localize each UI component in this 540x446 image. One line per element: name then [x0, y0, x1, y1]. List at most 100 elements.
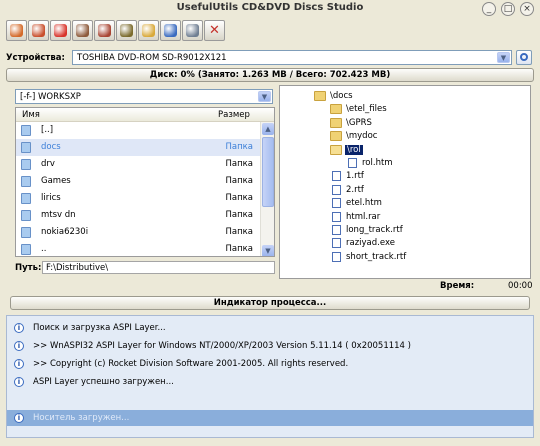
file-row[interactable]: [..] — [16, 122, 261, 139]
path-row: Путь: F:\Distributive\ — [15, 261, 275, 275]
settings-icon — [142, 24, 155, 37]
folder-icon — [314, 91, 326, 101]
file-size: Папка — [225, 142, 253, 152]
file-rows: [..] docs Папка drv Папка Games Папка lirics Пап… — [16, 122, 261, 256]
tree-label: raziyad.exe — [346, 238, 395, 249]
image-button[interactable] — [94, 20, 115, 41]
chevron-down-icon[interactable]: ▼ — [258, 91, 271, 102]
file-icon — [332, 171, 341, 182]
maximize-button[interactable]: □ — [501, 2, 515, 16]
path-field[interactable]: F:\Distributive\ — [42, 261, 275, 274]
erase-disc-button[interactable] — [28, 20, 49, 41]
scroll-down-arrow-icon[interactable]: ▼ — [262, 245, 274, 256]
tree-label: short_track.rtf — [346, 251, 407, 262]
tree-label: etel.htm — [346, 198, 382, 209]
info-icon: i — [14, 413, 24, 423]
file-row[interactable]: nokia6230i Папка — [16, 224, 261, 241]
minimize-button[interactable]: _ — [482, 2, 496, 16]
stop-icon — [54, 24, 67, 37]
log-line: i >> Copyright (c) Rocket Division Softwa… — [7, 356, 533, 372]
device-row: Устройства: TOSHIBA DVD-ROM SD-R9012X121… — [6, 50, 534, 66]
device-select[interactable]: TOSHIBA DVD-ROM SD-R9012X121 ▼ — [72, 50, 512, 65]
save-image-icon — [120, 24, 133, 37]
folder-icon — [21, 193, 31, 204]
tree-label: \GPRS — [346, 117, 372, 128]
save-image-button[interactable] — [116, 20, 137, 41]
settings-button[interactable] — [138, 20, 159, 41]
file-size: Папка — [225, 210, 253, 220]
file-list: Имя Размер [..] docs Папка drv Папка Games Пап… — [15, 107, 275, 257]
file-icon — [332, 198, 341, 209]
search-device-button[interactable] — [516, 50, 532, 65]
time-value: 00:00 — [508, 281, 533, 291]
folder-icon — [330, 131, 342, 142]
file-icon — [348, 158, 357, 168]
folder-icon — [21, 159, 31, 170]
progress-bar: Индикатор процесса... — [10, 296, 530, 310]
info-icon — [164, 24, 177, 37]
file-row[interactable]: .. Папка — [16, 241, 261, 256]
log-text: >> WnASPI32 ASPI Layer for Windows NT/20… — [33, 341, 411, 351]
file-size: Папка — [225, 176, 253, 186]
tree-label: html.rar — [346, 211, 381, 222]
burn-disc-icon — [10, 24, 23, 37]
chevron-down-icon[interactable]: ▼ — [497, 52, 510, 63]
tools-button[interactable] — [182, 20, 203, 41]
toolbar: ✕ — [6, 19, 534, 43]
folder-icon — [21, 142, 31, 153]
scroll-up-arrow-icon[interactable]: ▲ — [262, 123, 274, 135]
main-window: UsefulUtils CD&DVD Discs Studio _ □ × ✕ … — [0, 0, 540, 446]
log-status-line: i Носитель загружен... — [7, 410, 533, 426]
copy-disc-icon — [76, 24, 89, 37]
log-panel: i Поиск и загрузка ASPI Layer... i >> WnASP… — [6, 315, 534, 438]
time-label: Время: — [440, 281, 475, 291]
close-button[interactable]: ✕ — [204, 20, 225, 41]
file-row[interactable]: Games Папка — [16, 173, 261, 190]
file-name: [..] — [41, 125, 54, 135]
log-text: Поиск и загрузка ASPI Layer... — [33, 323, 166, 333]
path-value: F:\Distributive\ — [46, 263, 109, 273]
column-name[interactable]: Имя — [22, 110, 40, 120]
log-status-text: Носитель загружен... — [33, 413, 130, 423]
file-row[interactable]: mtsv dn Папка — [16, 207, 261, 224]
path-label: Путь: — [15, 263, 42, 273]
file-size: Папка — [225, 244, 253, 254]
file-name: Games — [41, 176, 71, 186]
info-button[interactable] — [160, 20, 181, 41]
file-row[interactable]: docs Папка — [16, 139, 261, 156]
info-icon: i — [14, 359, 24, 369]
tree-label: \rol — [345, 144, 363, 155]
folder-icon — [21, 176, 31, 187]
scroll-thumb[interactable] — [262, 137, 274, 207]
disc-tree: \docs \etel_files \GPRS \mydoc \rol rol.htm 1.… — [279, 85, 531, 279]
file-size: Папка — [225, 227, 253, 237]
file-size: Папка — [225, 193, 253, 203]
file-icon — [332, 251, 341, 262]
search-icon — [520, 53, 528, 61]
tree-label: \docs — [330, 91, 353, 101]
info-icon: i — [14, 377, 24, 387]
close-icon: ✕ — [209, 23, 220, 38]
tree-label: \etel_files — [346, 104, 387, 115]
file-icon — [332, 184, 341, 195]
drive-select[interactable]: [-f-] WORKSXP ▼ — [15, 89, 273, 104]
file-name: mtsv dn — [41, 210, 76, 220]
file-row[interactable]: lirics Папка — [16, 190, 261, 207]
tree-label: 1.rtf — [346, 171, 364, 182]
file-list-scrollbar[interactable]: ▲ ▼ — [260, 122, 274, 256]
folder-icon — [21, 210, 31, 221]
folder-icon — [21, 244, 31, 255]
stop-button[interactable] — [50, 20, 71, 41]
folder-icon — [330, 117, 342, 128]
file-name: drv — [41, 159, 55, 169]
file-list-header: Имя Размер — [16, 108, 274, 122]
window-close-button[interactable]: × — [520, 2, 534, 16]
column-size[interactable]: Размер — [218, 110, 250, 120]
erase-disc-icon — [32, 24, 45, 37]
info-icon: i — [14, 341, 24, 351]
file-row[interactable]: drv Папка — [16, 156, 261, 173]
file-name: docs — [41, 142, 61, 152]
burn-disc-button[interactable] — [6, 20, 27, 41]
copy-disc-button[interactable] — [72, 20, 93, 41]
disk-usage-bar: Диск: 0% (Занято: 1.263 MB / Всего: 702.… — [6, 68, 534, 82]
